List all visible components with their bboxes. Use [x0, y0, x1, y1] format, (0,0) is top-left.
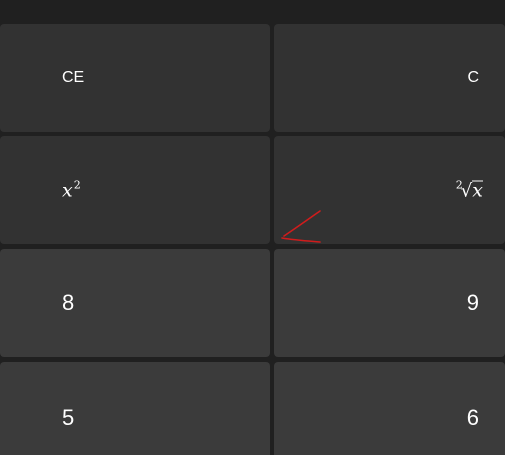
clear-entry-label: CE — [62, 69, 85, 86]
root-label: 2√x — [456, 180, 483, 201]
digit-5-button[interactable]: 5 — [0, 362, 270, 455]
clear-label: C — [467, 69, 479, 86]
clear-button[interactable]: C — [274, 24, 505, 132]
digit-8-button[interactable]: 8 — [0, 249, 270, 357]
square-exponent: 2 — [73, 178, 81, 192]
square-label: x2 — [62, 180, 81, 201]
top-strip — [0, 0, 505, 22]
digit-9-label: 9 — [466, 290, 479, 315]
digit-9-button[interactable]: 9 — [274, 249, 505, 357]
digit-6-label: 6 — [466, 405, 479, 430]
root-radicand: x — [472, 179, 483, 202]
digit-5-label: 5 — [62, 405, 75, 430]
calculator-keypad: CE C x2 2√x 8 9 5 6 — [0, 0, 505, 455]
digit-8-label: 8 — [62, 290, 75, 315]
clear-entry-button[interactable]: CE — [0, 24, 270, 132]
digit-6-button[interactable]: 6 — [274, 362, 505, 455]
radical-icon: √ — [460, 180, 473, 202]
square-button[interactable]: x2 — [0, 136, 270, 244]
root-button[interactable]: 2√x — [274, 136, 505, 244]
square-base: x — [62, 179, 73, 202]
